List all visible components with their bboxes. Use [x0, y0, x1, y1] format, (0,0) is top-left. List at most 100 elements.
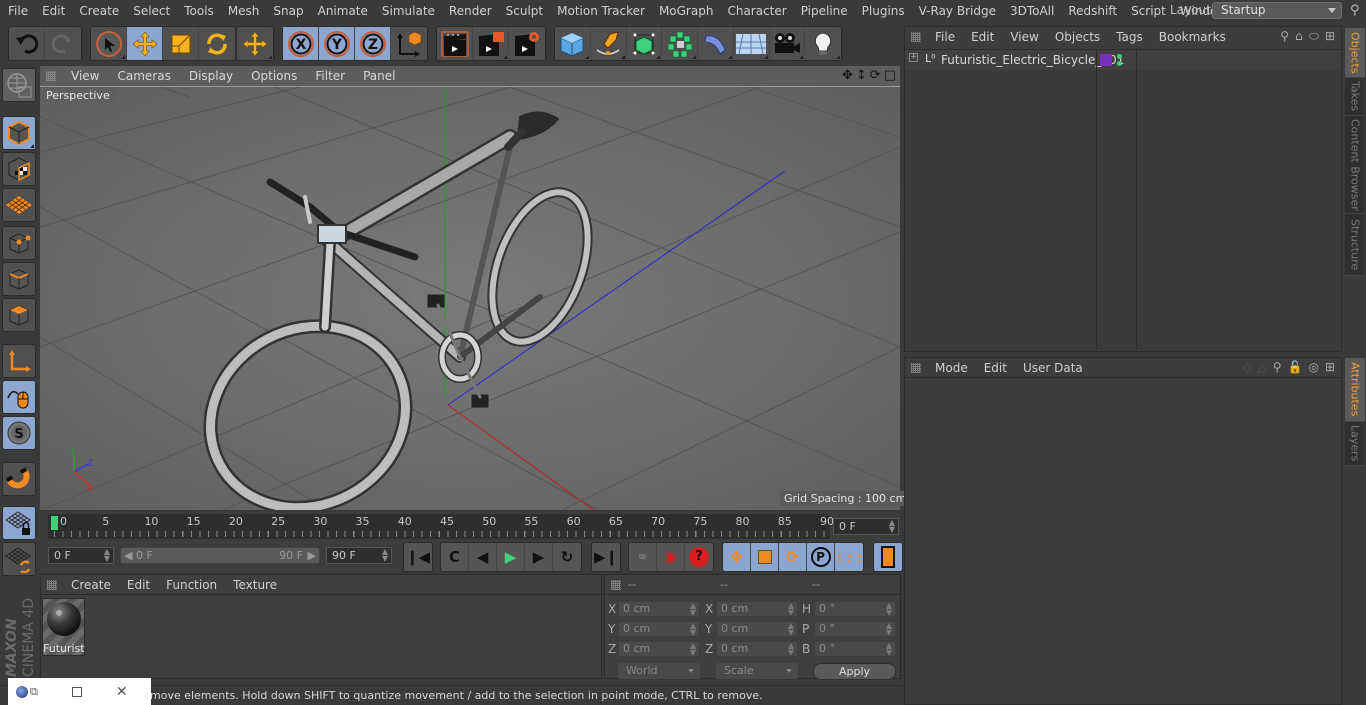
spinner-icon[interactable]: ▲ ▼	[104, 548, 110, 563]
pos-y-field[interactable]: 0 cm ▲ ▼	[618, 621, 700, 637]
current-frame-marker[interactable]	[51, 516, 58, 530]
rotate-tool-button[interactable]	[199, 27, 235, 60]
rot-b-field[interactable]: 0 ° ▲ ▼	[814, 641, 896, 657]
next-frame-button[interactable]: ▶	[525, 543, 553, 571]
menu-redshift[interactable]: Redshift	[1061, 4, 1124, 18]
workplane-mode-button[interactable]	[2, 188, 36, 222]
material-menu-function[interactable]: Function	[158, 578, 225, 592]
new-panel-icon[interactable]: ⊞	[1325, 29, 1335, 44]
menu-3dtoall[interactable]: 3DToAll	[1003, 4, 1061, 18]
viewport-menu-view[interactable]: View	[62, 69, 108, 83]
undo-button[interactable]	[9, 27, 45, 60]
tab-content-browser[interactable]: Content Browser	[1345, 116, 1365, 214]
workplane-align-button[interactable]	[2, 542, 36, 576]
spinner-icon[interactable]: ▲ ▼	[886, 642, 892, 657]
coordinate-mode-dropdown[interactable]: World	[618, 663, 700, 679]
key-scale-button[interactable]	[751, 543, 779, 571]
column-divider[interactable]	[1136, 50, 1137, 350]
next-key-button[interactable]: ↻	[553, 543, 581, 571]
range-left-arrow-icon[interactable]: ◀	[124, 548, 132, 563]
attribute-menu-mode[interactable]: Mode	[927, 361, 976, 375]
search-icon[interactable]: ⚲	[1273, 360, 1282, 374]
3d-viewport[interactable]: Y Z X	[40, 86, 900, 510]
menu-character[interactable]: Character	[720, 4, 793, 18]
panel-grip-icon[interactable]	[911, 32, 921, 42]
size-y-field[interactable]: 0 cm ▲ ▼	[716, 621, 798, 637]
make-editable-button[interactable]	[2, 68, 36, 102]
pos-x-field[interactable]: 0 cm ▲ ▼	[618, 601, 700, 617]
motion-clip-button[interactable]: ⚭	[629, 543, 657, 571]
timeline-ruler[interactable]: 0 5 10 15 20 25 30 35 40 45 50 55 60 65 70 75 80 85 90	[48, 514, 834, 539]
environment-button[interactable]	[734, 27, 770, 60]
menu-sculpt[interactable]: Sculpt	[499, 4, 550, 18]
material-menu-texture[interactable]: Texture	[225, 578, 285, 592]
material-menu-create[interactable]: Create	[63, 578, 119, 592]
menu-plugins[interactable]: Plugins	[855, 4, 912, 18]
tweak-mode-button[interactable]	[2, 380, 36, 414]
menu-select[interactable]: Select	[126, 4, 177, 18]
restore-icon[interactable]: ⧉	[30, 685, 38, 699]
column-divider[interactable]	[1096, 50, 1097, 350]
menu-mesh[interactable]: Mesh	[221, 4, 267, 18]
spinner-icon[interactable]: ▲ ▼	[788, 642, 794, 657]
goto-end-button[interactable]: ▶❙	[592, 543, 620, 571]
preview-range-slider[interactable]: ◀ 0 F 90 F ▶	[120, 547, 320, 564]
tab-takes[interactable]: Takes	[1345, 78, 1365, 116]
menu-simulate[interactable]: Simulate	[375, 4, 442, 18]
menu-render[interactable]: Render	[442, 4, 499, 18]
key-parameter-button[interactable]: P	[807, 543, 835, 571]
viewport-menu-filter[interactable]: Filter	[306, 69, 354, 83]
attribute-menu-user-data[interactable]: User Data	[1015, 361, 1091, 375]
menu-motion-tracker[interactable]: Motion Tracker	[550, 4, 652, 18]
key-rotation-button[interactable]: ⟳	[779, 543, 807, 571]
viewport-camera-label[interactable]: Perspective	[42, 88, 114, 103]
key-position-button[interactable]: ✥	[723, 543, 751, 571]
menu-mograph[interactable]: MoGraph	[652, 4, 721, 18]
viewport-menu-options[interactable]: Options	[242, 69, 306, 83]
record-keys-button[interactable]: ◉	[657, 543, 685, 571]
tab-attributes[interactable]: Attributes	[1345, 358, 1365, 422]
viewport-menu-panel[interactable]: Panel	[354, 69, 404, 83]
object-menu-bookmarks[interactable]: Bookmarks	[1151, 30, 1234, 44]
layer-color-swatch[interactable]	[1100, 54, 1112, 66]
redo-button[interactable]	[45, 27, 81, 60]
menu-create[interactable]: Create	[72, 4, 126, 18]
home-icon[interactable]: ⌂	[1295, 29, 1303, 44]
spinner-icon[interactable]: ▲ ▼	[382, 548, 388, 563]
goto-start-button[interactable]: ❙◀	[404, 543, 432, 571]
spinner-icon[interactable]: ▲ ▼	[690, 602, 696, 617]
object-menu-file[interactable]: File	[927, 30, 963, 44]
play-button[interactable]: ▶	[497, 543, 525, 571]
expand-icon[interactable]: +	[909, 53, 918, 62]
edges-mode-button[interactable]	[2, 262, 36, 296]
menu-file[interactable]: File	[0, 4, 35, 18]
menu-edit[interactable]: Edit	[35, 4, 72, 18]
attribute-menu-edit[interactable]: Edit	[976, 361, 1015, 375]
apply-button[interactable]: Apply	[813, 663, 896, 680]
timeline-window-button[interactable]	[874, 543, 902, 571]
search-icon[interactable]: ⚲	[1280, 29, 1289, 44]
object-menu-objects[interactable]: Objects	[1047, 30, 1108, 44]
prev-key-button[interactable]: C	[441, 543, 469, 571]
panel-grip-icon[interactable]	[911, 362, 921, 373]
snap-button[interactable]	[2, 462, 36, 496]
x-axis-lock-button[interactable]: X	[283, 27, 319, 60]
close-icon[interactable]: ✕	[116, 684, 128, 700]
current-frame-field[interactable]: 0 F ▲ ▼	[833, 518, 899, 535]
spinner-icon[interactable]: ▲ ▼	[886, 602, 892, 617]
light-button[interactable]	[805, 27, 841, 60]
y-axis-lock-button[interactable]: Y	[319, 27, 355, 60]
menu-snap[interactable]: Snap	[266, 4, 310, 18]
live-selection-button[interactable]	[91, 27, 127, 60]
move-tool-button[interactable]	[127, 27, 163, 60]
object-menu-tags[interactable]: Tags	[1108, 30, 1151, 44]
z-axis-lock-button[interactable]: Z	[355, 27, 391, 60]
cloner-button[interactable]	[662, 27, 698, 60]
cube-primitive-button[interactable]	[555, 27, 591, 60]
menu-tools[interactable]: Tools	[177, 4, 221, 18]
menu-animate[interactable]: Animate	[311, 4, 375, 18]
editor-visibility-dot-icon[interactable]	[1117, 54, 1122, 59]
spinner-icon[interactable]: ▲ ▼	[886, 622, 892, 637]
subdivision-surface-button[interactable]	[627, 27, 663, 60]
tab-layers[interactable]: Layers	[1345, 422, 1365, 466]
